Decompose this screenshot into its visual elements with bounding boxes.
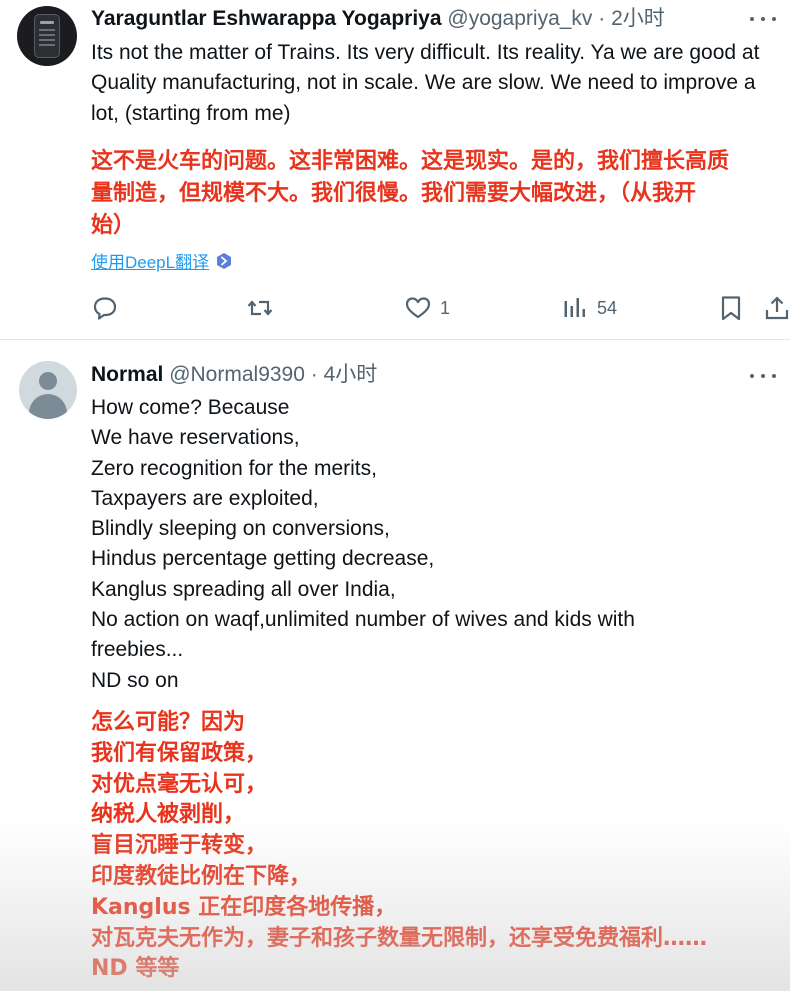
- avatar[interactable]: [17, 6, 77, 66]
- translation-line: 始）: [91, 213, 136, 238]
- timestamp[interactable]: 2小时: [611, 7, 665, 30]
- tweet-1[interactable]: Yaraguntlar Eshwarappa Yogapriya @yogapr…: [0, 0, 790, 339]
- tweet-2[interactable]: Normal @Normal9390 · 4小时 How come? Becau…: [0, 340, 790, 991]
- user-handle[interactable]: @Normal9390: [169, 363, 305, 386]
- timestamp[interactable]: 4小时: [324, 363, 378, 386]
- bookmark-icon: [721, 296, 741, 321]
- user-handle[interactable]: @yogapriya_kv: [447, 7, 592, 30]
- translation-line: 怎么可能？因为: [91, 710, 246, 735]
- translation-line: 纳税人被剥削，: [91, 802, 246, 828]
- translation-line: 盲目沉睡于转变，: [91, 833, 268, 859]
- tweet-actions: 1 54: [0, 291, 790, 325]
- translation-line: ND 等等: [91, 956, 180, 982]
- retweet-icon: [247, 300, 273, 316]
- tweet-line: Kanglus spreading all over India,: [91, 577, 396, 601]
- translation-block: 怎么可能？因为 我们有保留政策， 对优点毫无认可， 纳税人被剥削， 盲目沉睡于转…: [91, 708, 707, 985]
- translation-line: 对瓦克夫无作为，妻子和孩子数量无限制，还享受免费福利……: [91, 925, 708, 951]
- reply-icon: [93, 297, 117, 320]
- tweet-text: How come? Because We have reservations, …: [91, 393, 771, 696]
- views-bar-chart-icon: [564, 298, 585, 317]
- reply-button[interactable]: [91, 291, 119, 325]
- tweet-text: Its not the matter of Trains. Its very d…: [91, 41, 760, 125]
- tweet-line: No action on waqf,unlimited number of wi…: [91, 608, 635, 632]
- like-button[interactable]: 1: [404, 291, 450, 325]
- views-count: 54: [597, 297, 618, 318]
- separator: ·: [310, 363, 318, 386]
- more-options-icon[interactable]: [750, 366, 776, 386]
- translation-line: Kanglus 正在印度各地传播，: [91, 894, 397, 920]
- translation-line: 对优点毫无认可，: [91, 771, 268, 797]
- retweet-button[interactable]: [246, 291, 274, 325]
- translation-line: 我们有保留政策，: [91, 740, 268, 766]
- tweet-line: Taxpayers are exploited,: [91, 486, 319, 510]
- tweet-line: ND so on: [91, 668, 179, 692]
- translate-link[interactable]: 使用DeepL翻译: [91, 248, 233, 273]
- deepl-badge-icon: [217, 252, 232, 269]
- views-button[interactable]: 54: [561, 291, 617, 325]
- translation-line: 这不是火车的问题。这非常困难。这是现实。是的，我们擅长高质: [91, 149, 730, 174]
- tweet-line: freebies...: [91, 638, 184, 662]
- tweet-header: Normal @Normal9390 · 4小时: [91, 362, 377, 388]
- tweet-header: Yaraguntlar Eshwarappa Yogapriya @yogapr…: [91, 6, 665, 32]
- default-avatar-icon[interactable]: [19, 361, 77, 419]
- tweet-line: Blindly sleeping on conversions,: [91, 517, 390, 541]
- separator: ·: [598, 7, 606, 30]
- display-name[interactable]: Normal: [91, 363, 163, 386]
- tweet-line: Zero recognition for the merits,: [91, 456, 377, 480]
- more-options-icon[interactable]: [750, 9, 776, 29]
- heart-icon: [405, 297, 431, 319]
- tweet-line: How come? Because: [91, 396, 290, 419]
- translation-line: 量制造，但规模不大。我们很慢。我们需要大幅改进，（从我开: [91, 181, 697, 206]
- share-icon: [765, 296, 789, 320]
- tweet-line: Hindus percentage getting decrease,: [91, 547, 435, 571]
- bookmark-button[interactable]: [717, 291, 745, 325]
- tweet-line: We have reservations,: [91, 426, 300, 450]
- share-button[interactable]: [763, 291, 790, 325]
- display-name[interactable]: Yaraguntlar Eshwarappa Yogapriya: [91, 7, 442, 30]
- like-count: 1: [440, 297, 451, 318]
- translation-line: 印度教徒比例在下降，: [91, 863, 312, 889]
- translate-link-label[interactable]: 使用DeepL翻译: [91, 248, 209, 273]
